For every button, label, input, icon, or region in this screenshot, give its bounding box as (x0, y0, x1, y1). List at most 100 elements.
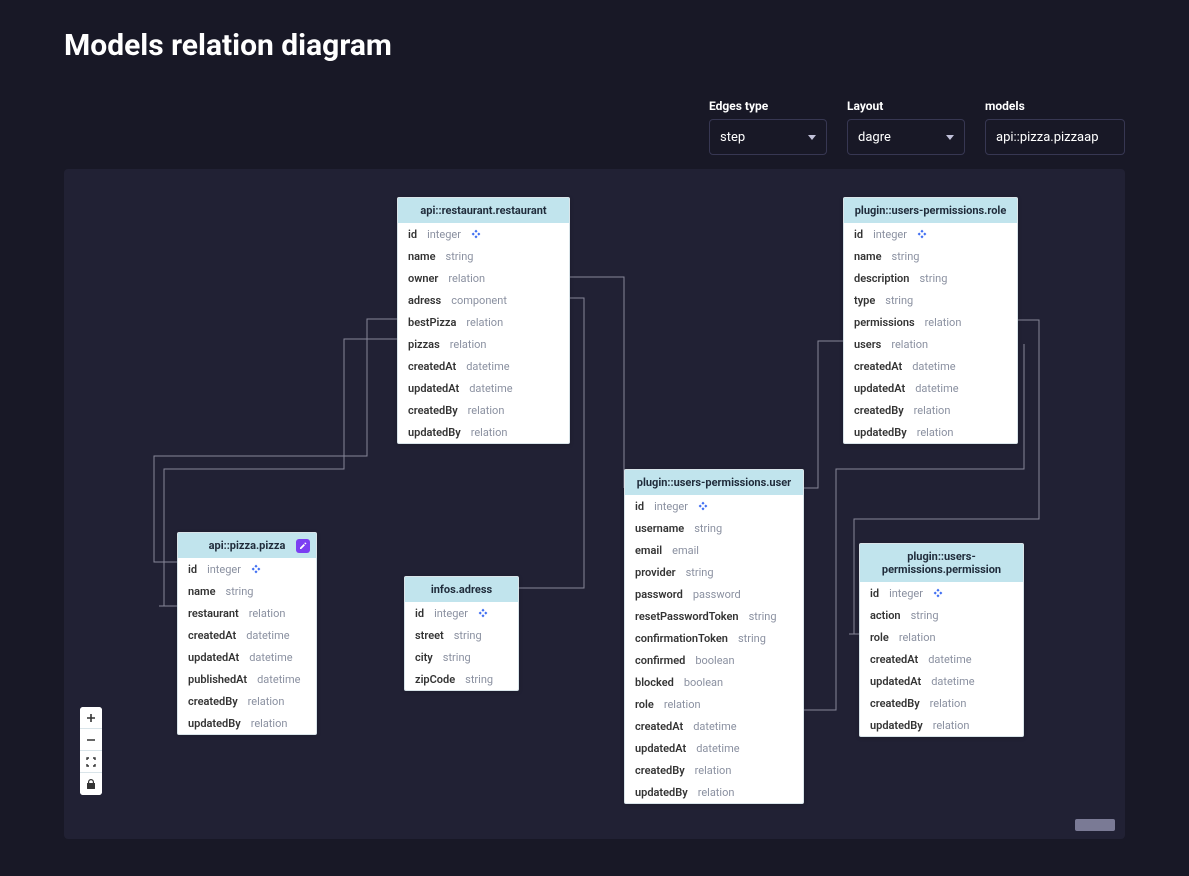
field-name: id (188, 563, 197, 576)
field-type: relation (891, 338, 928, 351)
field-type: string (892, 250, 920, 263)
key-icon (478, 608, 488, 618)
field-row: createdAtdatetime (398, 355, 569, 377)
control-layout: Layout dagre (847, 99, 965, 155)
field-row: namestring (178, 580, 316, 602)
field-row: idinteger (405, 602, 518, 624)
field-row: description string (844, 267, 1017, 289)
field-row: id integer (178, 558, 316, 580)
field-type: integer (207, 563, 241, 576)
model-fields-role: idinteger name string description string type… (844, 223, 1017, 443)
field-name: restaurant (188, 607, 239, 620)
select-layout[interactable]: dagre (847, 119, 965, 155)
field-name: pizzas (408, 338, 440, 351)
field-type: datetime (915, 382, 958, 395)
zoom-controls (80, 707, 102, 795)
field-type: string (226, 585, 254, 598)
lock-button[interactable] (80, 773, 102, 795)
field-row: streetstring (405, 624, 518, 646)
key-icon (917, 229, 927, 239)
field-row: createdByrelation (398, 399, 569, 421)
control-label-edges-type: Edges type (709, 99, 827, 113)
field-row: resetPasswordToken string (625, 605, 803, 627)
model-title-adress: infos.adress (405, 577, 518, 602)
field-type: relation (448, 272, 485, 285)
field-row: createdAtdatetime (178, 624, 316, 646)
field-name: provider (635, 566, 676, 579)
field-name: updatedBy (408, 426, 461, 439)
input-models[interactable]: api::pizza.pizzaap (985, 119, 1125, 155)
field-row: adress component (398, 289, 569, 311)
field-type: datetime (249, 651, 292, 664)
field-type: datetime (696, 742, 739, 755)
zoom-out-button[interactable] (80, 729, 102, 751)
model-fields-pizza: idintegernamestringrestaurantrelationcre… (178, 558, 316, 734)
model-box-user[interactable]: plugin::users-permissions.user idinteger… (624, 469, 804, 804)
fit-view-button[interactable] (80, 751, 102, 773)
field-type: string (446, 250, 474, 263)
field-name: type (854, 294, 875, 307)
model-box-restaurant[interactable]: api::restaurant.restaurant idintegername… (397, 197, 570, 444)
field-name: description (854, 272, 909, 285)
field-name: name (408, 250, 436, 263)
attribution-tab[interactable] (1075, 819, 1115, 831)
field-name: updatedAt (408, 382, 459, 395)
field-type: email (672, 544, 699, 557)
field-row: blockedboolean (625, 671, 803, 693)
field-name: createdBy (635, 764, 685, 777)
model-box-permission[interactable]: plugin::users-permissions.permission idi… (859, 543, 1024, 737)
field-type: datetime (469, 382, 512, 395)
field-name: resetPasswordToken (635, 610, 739, 623)
field-name: id (415, 607, 424, 620)
field-name: updatedAt (188, 651, 239, 664)
control-label-layout: Layout (847, 99, 965, 113)
model-fields-adress: idintegerstreetstringcitystringzipCodest… (405, 602, 518, 690)
model-box-role[interactable]: plugin::users-permissions.role idinteger… (843, 197, 1018, 444)
field-type: relation (925, 316, 962, 329)
model-box-pizza[interactable]: api::pizza.pizza id integernamestringrest… (177, 532, 317, 735)
field-type: component (451, 294, 507, 307)
field-row: createdAtdatetime (860, 648, 1023, 670)
field-row: typestring (844, 289, 1017, 311)
field-name: city (415, 651, 433, 664)
model-title-user: plugin::users-permissions.user (625, 470, 803, 495)
diagram-canvas[interactable]: api::restaurant.restaurant idintegername… (64, 169, 1125, 839)
key-icon (933, 588, 943, 598)
field-row: bestPizzarelation (398, 311, 569, 333)
select-edges-type[interactable]: step (709, 119, 827, 155)
field-type: datetime (693, 720, 736, 733)
field-row: publishedAtdatetime (178, 668, 316, 690)
field-name: updatedBy (635, 786, 688, 799)
field-name: id (408, 228, 417, 241)
page-title: Models relation diagram (64, 28, 1125, 63)
field-name: permissions (854, 316, 915, 329)
field-name: createdBy (870, 697, 920, 710)
field-row: idinteger (844, 223, 1017, 245)
field-name: adress (408, 294, 441, 307)
model-fields-permission: idintegeractionstringrolerelationcreated… (860, 582, 1023, 736)
field-type: datetime (928, 653, 971, 666)
field-name: name (854, 250, 882, 263)
model-box-adress[interactable]: infos.adress idintegerstreetstringcityst… (404, 576, 519, 691)
field-row: createdAtdatetime (625, 715, 803, 737)
field-type: string (686, 566, 714, 579)
field-name: updatedBy (188, 717, 241, 730)
field-row: emailemail (625, 539, 803, 561)
model-title-role: plugin::users-permissions.role (844, 198, 1017, 223)
zoom-in-button[interactable] (80, 707, 102, 729)
field-type: string (749, 610, 777, 623)
field-type: string (694, 522, 722, 535)
model-title-pizza: api::pizza.pizza (178, 533, 316, 558)
field-row: updatedAtdatetime (625, 737, 803, 759)
edit-icon[interactable] (296, 539, 310, 553)
field-row: name string (398, 245, 569, 267)
field-type: datetime (257, 673, 300, 686)
field-type: string (919, 272, 947, 285)
field-name: updatedAt (870, 675, 921, 688)
field-row: createdByrelation (844, 399, 1017, 421)
field-row: createdByrelation (860, 692, 1023, 714)
field-type: string (738, 632, 766, 645)
field-type: relation (698, 786, 735, 799)
field-row: confirmedboolean (625, 649, 803, 671)
model-title-restaurant: api::restaurant.restaurant (398, 198, 569, 223)
